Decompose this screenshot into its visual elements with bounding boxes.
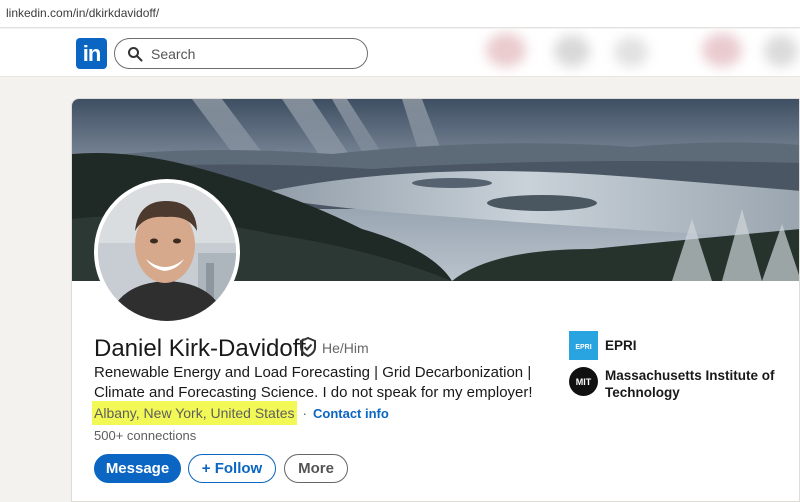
epri-logo-icon: EPRI	[569, 331, 598, 360]
profile-card: Daniel Kirk-Davidoff He/Him Renewable En…	[71, 98, 800, 502]
location-row: Albany, New York, United States · Contac…	[92, 401, 389, 425]
search-icon	[128, 47, 143, 62]
svg-text:EPRI: EPRI	[575, 344, 591, 351]
mit-logo-icon: MIT	[569, 367, 598, 396]
verified-shield-icon[interactable]	[299, 337, 317, 357]
browser-address-bar[interactable]: linkedin.com/in/dkirkdavidoff/	[0, 0, 800, 28]
profile-name: Daniel Kirk-Davidoff	[94, 335, 306, 362]
connections-count[interactable]: 500+ connections	[94, 428, 196, 443]
profile-headline: Renewable Energy and Load Forecasting | …	[94, 364, 533, 401]
org-mit[interactable]: MIT Massachusetts Institute of Technolog…	[569, 367, 775, 401]
profile-photo-image	[98, 183, 236, 321]
search-box[interactable]	[114, 38, 368, 69]
linkedin-logo-icon[interactable]: in	[76, 38, 107, 69]
svg-text:MIT: MIT	[576, 377, 592, 387]
contact-info-link[interactable]: Contact info	[313, 406, 389, 421]
top-navigation: in	[0, 29, 800, 77]
pronouns: He/Him	[322, 340, 369, 356]
separator-dot: ·	[302, 405, 308, 421]
profile-photo[interactable]	[94, 179, 240, 325]
location-text: Albany, New York, United States	[92, 401, 297, 425]
search-input[interactable]	[151, 44, 351, 64]
org-name: Massachusetts Institute of Technology	[605, 368, 775, 400]
url-text[interactable]: linkedin.com/in/dkirkdavidoff/	[6, 6, 159, 20]
org-name: EPRI	[605, 338, 637, 353]
message-button[interactable]: Message	[94, 454, 181, 483]
blurred-nav-icons	[464, 29, 800, 77]
org-epri[interactable]: EPRI EPRI	[569, 331, 775, 360]
follow-button[interactable]: + Follow	[188, 454, 276, 483]
more-button[interactable]: More	[284, 454, 348, 483]
